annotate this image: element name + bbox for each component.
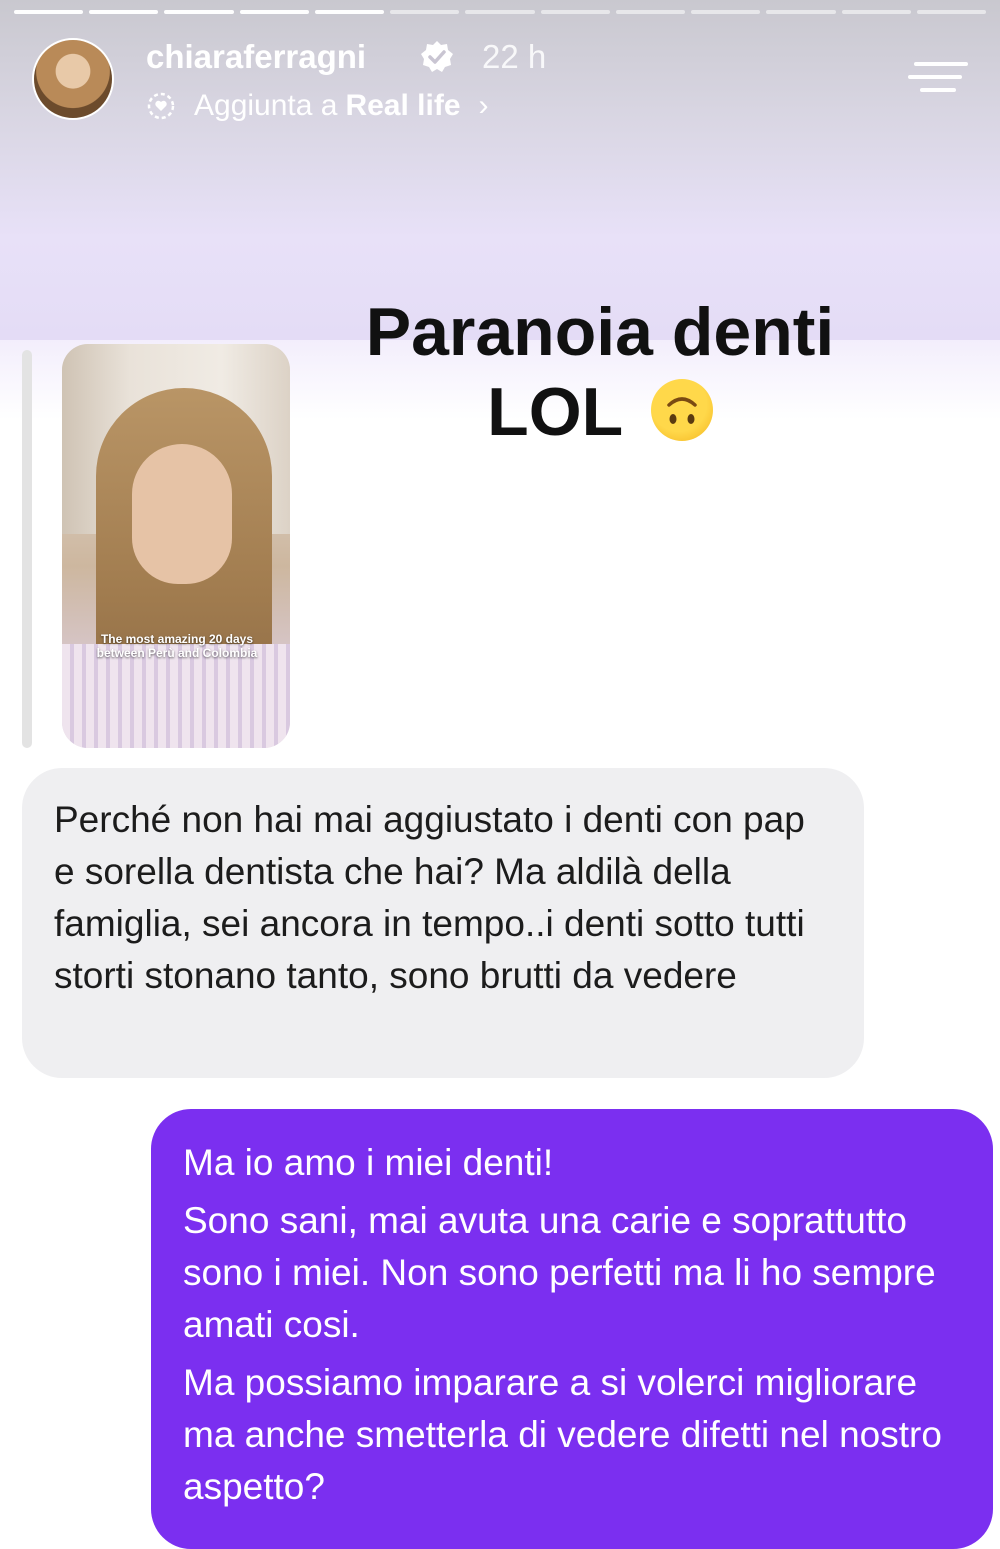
progress-segment <box>540 10 610 14</box>
incoming-message-text: Perché non hai mai aggiustato i denti co… <box>54 799 805 996</box>
menu-icon[interactable] <box>908 60 968 94</box>
progress-segment <box>239 10 309 14</box>
highlight-link[interactable]: Aggiunta a Real life › <box>146 86 489 126</box>
progress-segment <box>314 10 385 14</box>
title-line-2: LOL <box>487 374 622 450</box>
progress-segment <box>691 10 761 14</box>
reply-indicator-bar <box>22 350 32 748</box>
story-title: Paranoia denti LOL <box>330 292 870 452</box>
progress-segment <box>916 10 987 14</box>
progress-segment <box>14 10 84 14</box>
upside-down-face-emoji-icon <box>650 379 713 441</box>
outgoing-message-line: Sono sani, mai avuta una carie e sopratt… <box>183 1200 936 1345</box>
added-prefix: Aggiunta a <box>194 89 338 122</box>
progress-segment <box>615 10 686 14</box>
username[interactable]: chiaraferragni <box>146 38 366 76</box>
thumbnail-caption: The most amazing 20 days between Perù an… <box>96 632 258 660</box>
title-line-1: Paranoia denti <box>365 294 835 370</box>
post-time: 22 h <box>482 38 547 75</box>
outgoing-message-line: Ma io amo i miei denti! <box>183 1142 554 1183</box>
highlight-name[interactable]: Real life <box>345 89 460 123</box>
progress-segment <box>465 10 535 14</box>
highlight-ring-icon <box>147 92 175 120</box>
progress-segment <box>766 10 836 14</box>
replied-story-thumbnail[interactable]: The most amazing 20 days between Perù an… <box>62 344 290 748</box>
chevron-right-icon: › <box>478 89 489 122</box>
progress-segment <box>841 10 911 14</box>
progress-segment <box>89 10 159 14</box>
progress-segment <box>390 10 460 14</box>
progress-segment <box>164 10 234 14</box>
story-progress-bar <box>14 10 987 14</box>
outgoing-message-bubble: Ma io amo i miei denti! Sono sani, mai a… <box>151 1109 993 1549</box>
incoming-message-bubble: Perché non hai mai aggiustato i denti co… <box>22 768 864 1078</box>
verified-badge-icon <box>421 41 453 72</box>
avatar[interactable] <box>32 38 114 120</box>
outgoing-message-line: Ma possiamo imparare a si volerci miglio… <box>183 1362 942 1507</box>
